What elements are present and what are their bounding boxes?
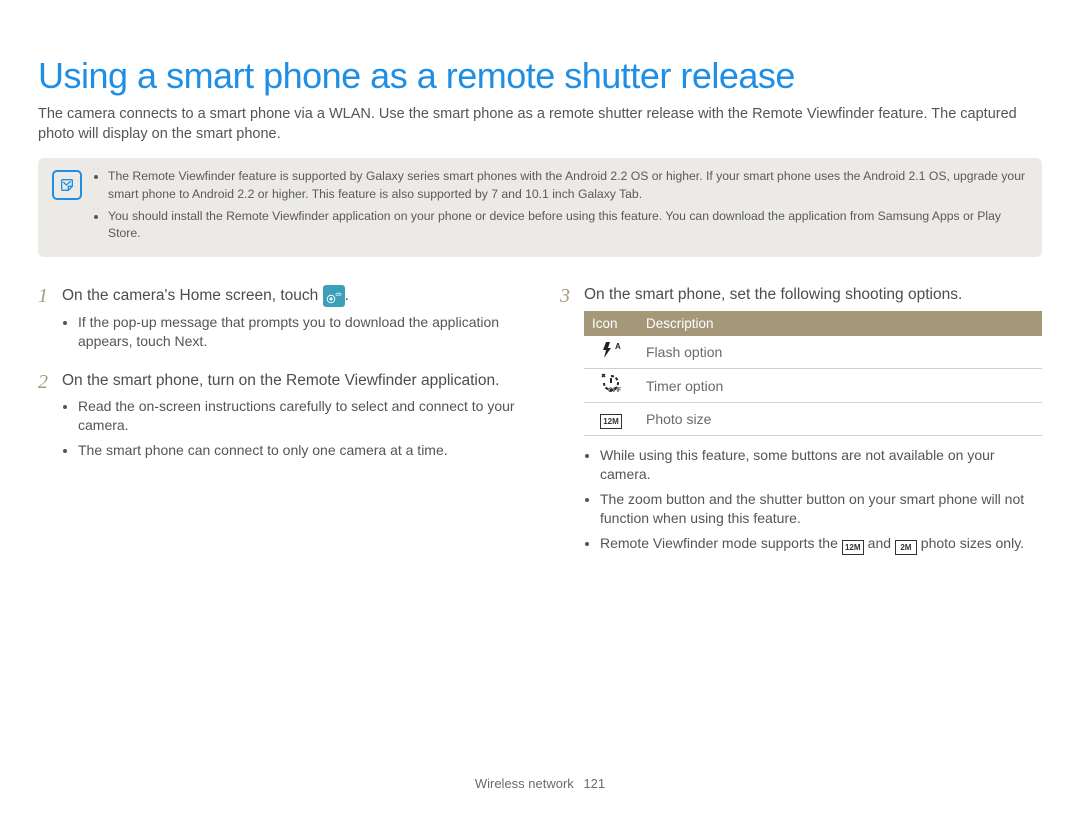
step-sub-item: Remote Viewfinder mode supports the 12M … <box>600 534 1042 556</box>
step-sub-item: If the pop-up message that prompts you t… <box>78 313 520 351</box>
remote-viewfinder-app-icon <box>323 285 345 307</box>
step-text-part: On the camera's Home screen, touch <box>62 287 323 304</box>
photo-size-2m-icon: 2M <box>895 540 917 555</box>
table-cell-description: Timer option <box>638 369 1042 403</box>
photo-size-icon: 12M <box>600 414 622 429</box>
note-icon <box>52 170 82 200</box>
page-footer: Wireless network 121 <box>0 776 1080 791</box>
text-fragment: and <box>864 535 895 551</box>
table-row: OFF Timer option <box>584 369 1042 403</box>
table-header-description: Description <box>638 311 1042 336</box>
text-bold: Next <box>175 333 204 349</box>
step-2: 2 On the smart phone, turn on the Remote… <box>38 371 520 466</box>
page-number: 121 <box>583 776 605 791</box>
table-cell-description: Flash option <box>638 336 1042 369</box>
timer-off-icon: OFF <box>600 375 622 391</box>
text-fragment: Remote Viewfinder mode supports the <box>600 535 842 551</box>
text-fragment: . <box>203 333 207 349</box>
step-text: On the camera's Home screen, touch . <box>62 285 520 307</box>
photo-size-12m-icon: 12M <box>842 540 864 555</box>
left-column: 1 On the camera's Home screen, touch <box>38 285 520 576</box>
table-row: A Flash option <box>584 336 1042 369</box>
shooting-options-table: Icon Description A <box>584 311 1042 436</box>
text-fragment: photo sizes only. <box>917 535 1024 551</box>
step-1: 1 On the camera's Home screen, touch <box>38 285 520 357</box>
intro-paragraph: The camera connects to a smart phone via… <box>38 105 1042 144</box>
step-sub-item: The zoom button and the shutter button o… <box>600 490 1042 528</box>
footer-section: Wireless network <box>475 776 574 791</box>
step-sub-item: The smart phone can connect to only one … <box>78 441 520 460</box>
table-row: 12M Photo size <box>584 403 1042 436</box>
flash-auto-icon: A <box>600 342 622 358</box>
note-callout: The Remote Viewfinder feature is support… <box>38 158 1042 257</box>
step-3: 3 On the smart phone, set the following … <box>560 285 1042 562</box>
page-title: Using a smart phone as a remote shutter … <box>38 55 1042 97</box>
right-column: 3 On the smart phone, set the following … <box>560 285 1042 576</box>
step-number: 2 <box>38 371 56 466</box>
table-cell-description: Photo size <box>638 403 1042 436</box>
step-text-part: . <box>345 287 349 304</box>
step-sub-item: While using this feature, some buttons a… <box>600 446 1042 484</box>
step-sub-item: Read the on-screen instructions carefull… <box>78 397 520 435</box>
table-header-icon: Icon <box>584 311 638 336</box>
note-item: You should install the Remote Viewfinder… <box>108 208 1028 243</box>
note-list: The Remote Viewfinder feature is support… <box>94 168 1028 247</box>
svg-text:OFF: OFF <box>608 387 621 393</box>
step-number: 1 <box>38 285 56 357</box>
step-text: On the smart phone, turn on the Remote V… <box>62 371 520 391</box>
step-number: 3 <box>560 285 578 562</box>
step-text: On the smart phone, set the following sh… <box>584 285 1042 305</box>
manual-page: Using a smart phone as a remote shutter … <box>0 0 1080 815</box>
note-item: The Remote Viewfinder feature is support… <box>108 168 1028 203</box>
svg-text:A: A <box>615 342 621 351</box>
text-fragment: If the pop-up message that prompts you t… <box>78 314 499 349</box>
